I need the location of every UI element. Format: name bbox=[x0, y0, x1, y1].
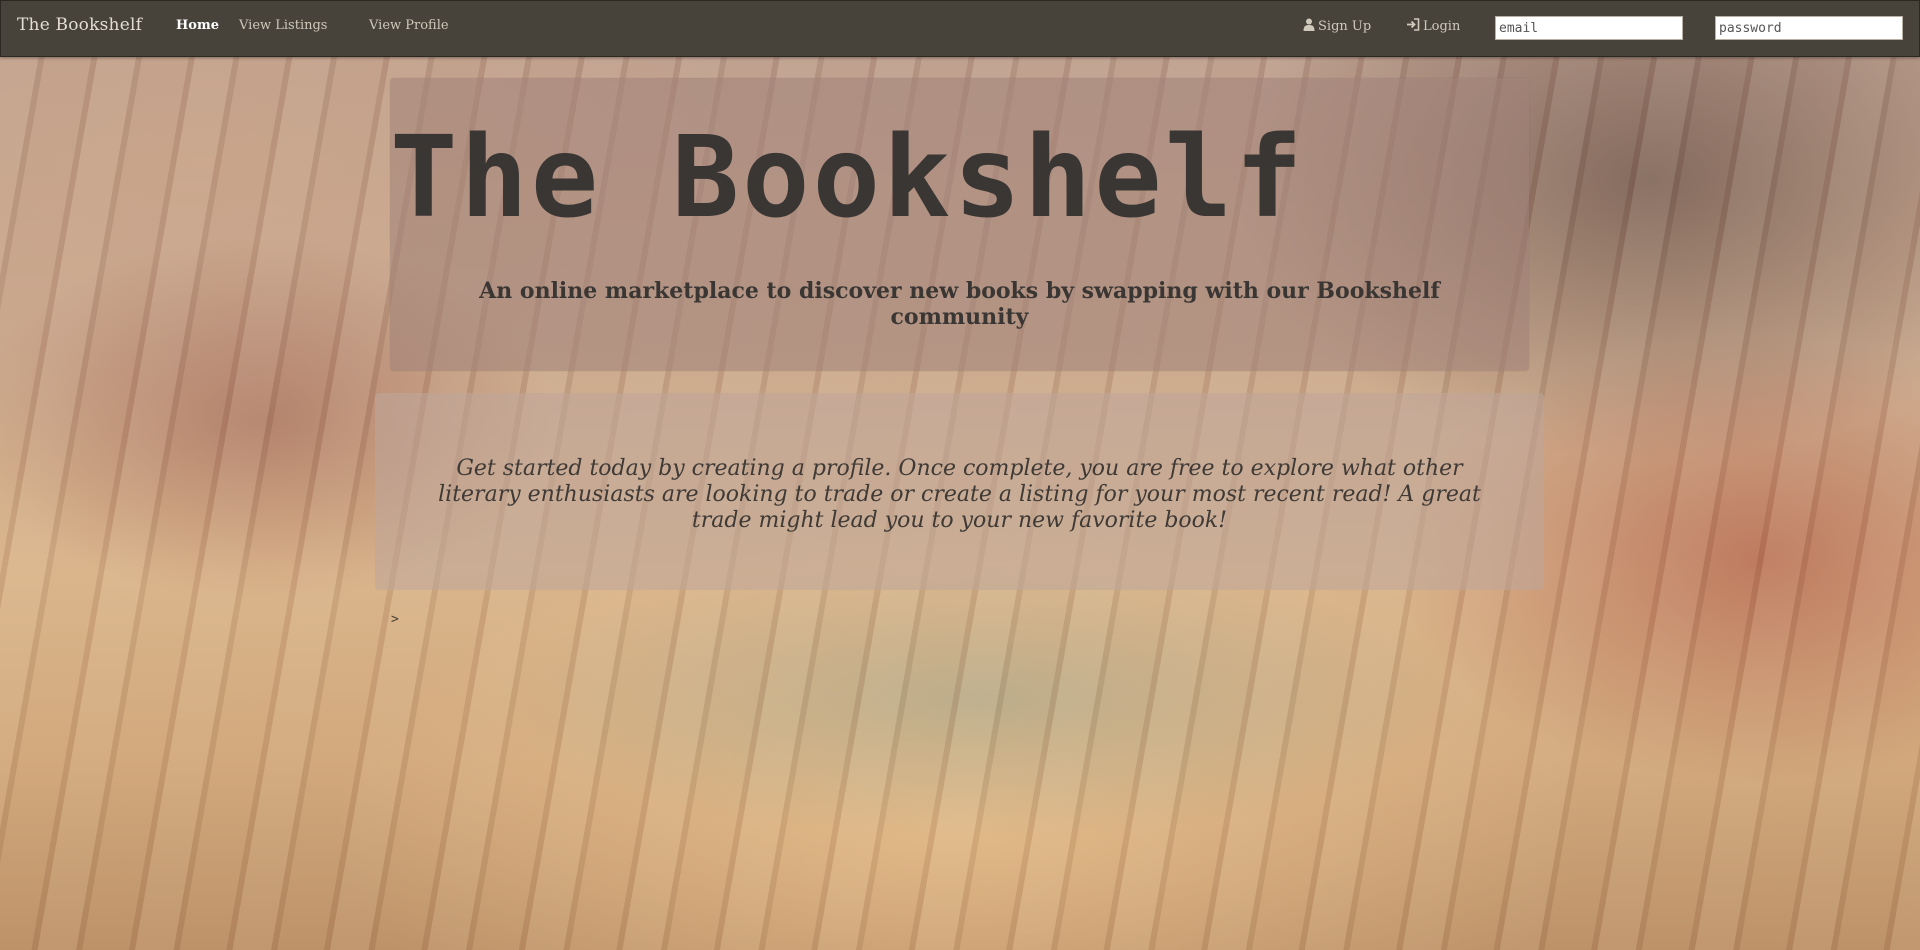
brand-logo[interactable]: The Bookshelf bbox=[17, 15, 142, 35]
intro-text: Get started today by creating a profile.… bbox=[438, 456, 1481, 533]
user-icon bbox=[1303, 18, 1315, 35]
login-label: Login bbox=[1423, 19, 1461, 34]
hero-title: The Bookshelf bbox=[390, 113, 1306, 243]
log-in-icon bbox=[1406, 18, 1420, 35]
password-field[interactable] bbox=[1715, 16, 1903, 40]
nav-login-link[interactable]: Login bbox=[1406, 18, 1460, 35]
sign-up-label: Sign Up bbox=[1318, 19, 1372, 34]
stray-text: > bbox=[391, 612, 399, 627]
nav-view-profile-link[interactable]: View Profile bbox=[369, 18, 449, 33]
hero-subtitle: An online marketplace to discover new bo… bbox=[479, 278, 1440, 330]
page: { "navbar": { "brand": "The Bookshelf", … bbox=[0, 0, 1920, 950]
navbar: The Bookshelf Home View Listings View Pr… bbox=[0, 0, 1920, 57]
nav-home-link[interactable]: Home bbox=[176, 18, 219, 33]
email-field[interactable] bbox=[1495, 16, 1683, 40]
nav-view-listings-link[interactable]: View Listings bbox=[239, 18, 327, 33]
nav-sign-up-link[interactable]: Sign Up bbox=[1303, 18, 1371, 35]
